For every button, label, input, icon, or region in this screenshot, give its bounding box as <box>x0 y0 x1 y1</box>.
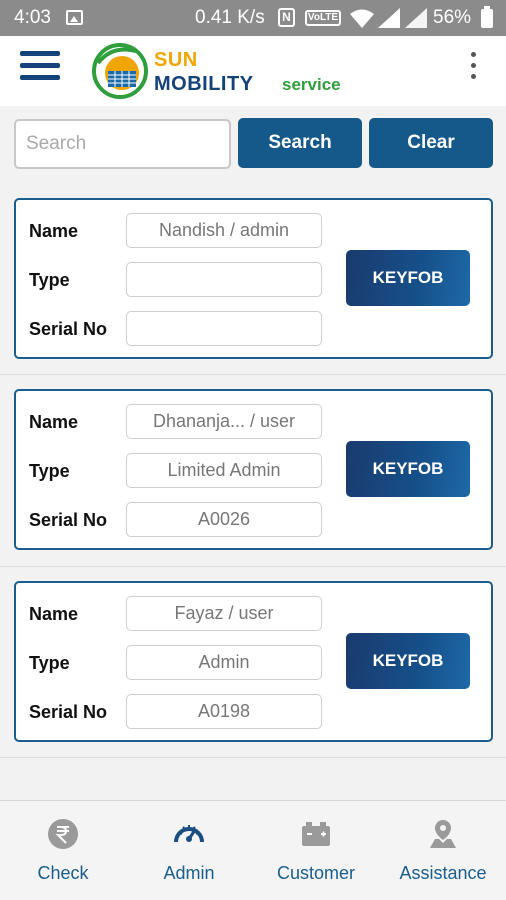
signal-icon <box>378 8 400 28</box>
location-pin-icon <box>430 820 456 848</box>
type-label: Type <box>29 461 70 481</box>
divider <box>0 566 506 567</box>
user-card: Name Nandish / admin Type Serial No KEYF… <box>14 198 493 359</box>
status-bar: 4:03 0.41 K/s N VoLTE 56% <box>0 0 506 36</box>
network-speed: 0.41 K/s <box>195 7 265 28</box>
search-input[interactable] <box>14 119 231 169</box>
name-field: Dhananja... / user <box>126 404 322 439</box>
nfc-icon: N <box>278 8 295 27</box>
overflow-menu-icon[interactable] <box>468 52 478 86</box>
nav-admin-label: Admin <box>163 863 215 883</box>
bottom-nav: Check Admin Customer Assistance <box>0 800 506 900</box>
divider <box>0 374 506 375</box>
rupee-icon <box>48 819 78 849</box>
serial-label: Serial No <box>29 510 108 530</box>
type-field: Limited Admin <box>126 453 322 488</box>
keyfob-button[interactable]: KEYFOB <box>346 250 470 306</box>
battery-percent: 56% <box>433 7 472 28</box>
keyfob-button[interactable]: KEYFOB <box>346 441 470 497</box>
search-button[interactable]: Search <box>238 118 362 168</box>
nav-customer[interactable]: Customer <box>253 801 379 900</box>
type-field: Admin <box>126 645 322 680</box>
serial-field: A0026 <box>126 502 322 537</box>
name-label: Name <box>29 604 79 624</box>
clear-button[interactable]: Clear <box>369 118 493 168</box>
sun-mobility-logo: SUN MOBILITY service <box>92 41 362 101</box>
name-field: Nandish / admin <box>126 213 322 248</box>
type-label: Type <box>29 653 70 673</box>
menu-icon[interactable] <box>20 51 60 83</box>
divider <box>0 757 506 758</box>
volte-icon: VoLTE <box>305 10 341 26</box>
status-time: 4:03 <box>14 7 51 28</box>
logo-text-sun: SUN <box>154 49 198 71</box>
serial-field <box>126 311 322 346</box>
nav-assistance-label: Assistance <box>399 863 487 883</box>
speedometer-icon <box>174 825 204 843</box>
app-bar: SUN MOBILITY service <box>0 36 506 106</box>
nav-customer-label: Customer <box>276 863 356 883</box>
name-label: Name <box>29 221 79 241</box>
serial-field: A0198 <box>126 694 322 729</box>
battery-icon <box>481 6 493 28</box>
name-label: Name <box>29 412 79 432</box>
user-card: Name Fayaz / user Type Admin Serial No A… <box>14 581 493 742</box>
image-notification-icon <box>66 10 83 25</box>
serial-label: Serial No <box>29 702 108 722</box>
wifi-icon <box>350 9 374 28</box>
keyfob-button[interactable]: KEYFOB <box>346 633 470 689</box>
type-label: Type <box>29 270 70 290</box>
nav-assistance[interactable]: Assistance <box>380 801 506 900</box>
nav-check[interactable]: Check <box>0 801 126 900</box>
serial-label: Serial No <box>29 319 108 339</box>
battery-icon <box>302 822 330 846</box>
signal-icon-2 <box>405 8 427 28</box>
globe-logo-icon <box>92 43 148 99</box>
nav-admin[interactable]: Admin <box>126 801 252 900</box>
logo-text-service: service <box>282 75 341 94</box>
nav-check-label: Check <box>37 863 89 883</box>
user-card: Name Dhananja... / user Type Limited Adm… <box>14 389 493 550</box>
name-field: Fayaz / user <box>126 596 322 631</box>
logo-text-mobility: MOBILITY <box>154 73 254 95</box>
type-field <box>126 262 322 297</box>
